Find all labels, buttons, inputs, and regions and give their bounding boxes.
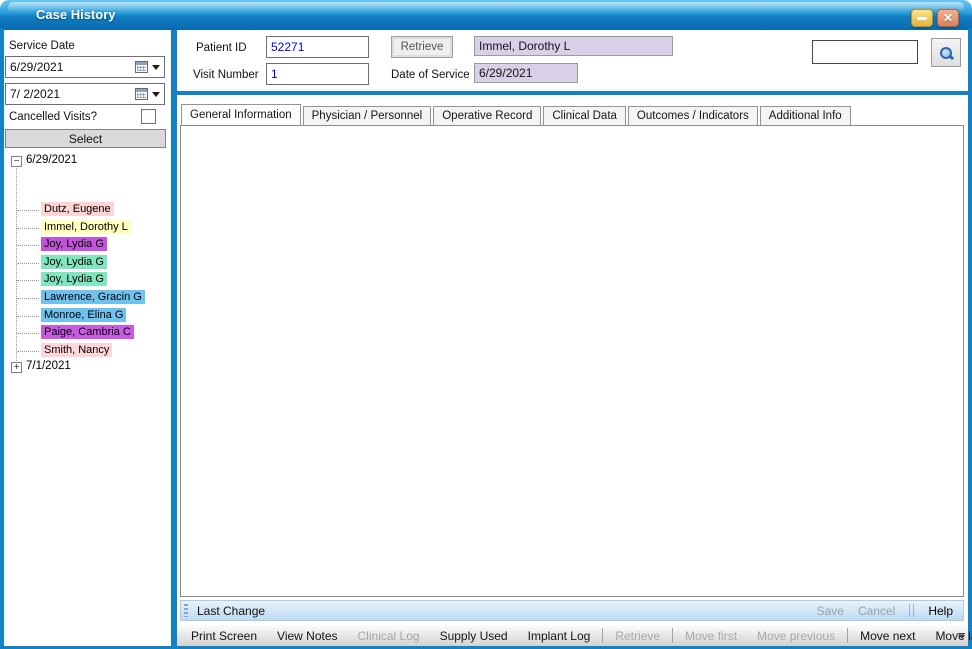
window-border-right [968,28,972,646]
drag-grip-icon[interactable] [184,604,188,617]
titlebar: Case History [0,0,972,30]
cancelled-visits-label: Cancelled Visits? [9,111,97,123]
case-history-window: Case History ✕ Service Date 6/29/2021 7/… [0,0,972,649]
tab-outcomes-indicators[interactable]: Outcomes / Indicators [628,106,758,125]
tab-physician-personnel[interactable]: Physician / Personnel [303,106,432,125]
tree-patient-item[interactable]: Lawrence, Gracin G [41,290,145,304]
toolbar-move-previous: Move previous [747,629,845,643]
tab-strip: General InformationPhysician / Personnel… [181,104,851,125]
save-button[interactable]: Save [817,604,844,618]
help-button-top[interactable]: Help [928,604,953,618]
toolbar-supply-used[interactable]: Supply Used [430,629,518,643]
patient-id-label: Patient ID [196,42,247,54]
tree-patient-item[interactable]: Smith, Nancy [41,343,112,357]
toolbar-print-screen[interactable]: Print Screen [181,629,267,643]
cancelled-visits-checkbox[interactable] [141,109,156,124]
tree-connector [17,351,39,352]
last-change-label: Last Change [197,604,265,618]
tree-patient-item[interactable]: Joy, Lydia G [41,237,107,251]
toolbar-retrieve: Retrieve [605,629,670,643]
toolbar-separator [847,628,848,643]
tree-expander-expand[interactable]: + [11,362,22,373]
separator [909,604,910,617]
tree-date-node-closed[interactable]: 7/1/2021 [26,360,71,372]
search-input[interactable] [812,40,918,64]
calendar-icon [135,61,148,73]
tree-connector [17,263,39,264]
patient-id-input[interactable] [266,36,369,58]
service-date-label: Service Date [9,40,75,52]
tree-patient-item[interactable]: Immel, Dorothy L [41,220,131,234]
service-date-from-value: 6/29/2021 [10,60,135,74]
toolbar-move-next[interactable]: Move next [850,629,925,643]
toolbar-overflow-icon[interactable] [956,628,967,644]
separator [913,604,914,617]
cancel-button[interactable]: Cancel [858,604,895,618]
tree-expander-collapse[interactable]: − [11,156,22,167]
dropdown-arrow-icon[interactable] [152,92,160,97]
tree-connector [17,228,39,229]
last-change-bar: Last Change Save Cancel Help [180,600,964,621]
toolbar-clinical-log: Clinical Log [348,629,430,643]
tree-connector [17,245,39,246]
sidebar: Service Date 6/29/2021 7/ 2/2021 Cancell… [4,30,171,646]
date-of-service-label: Date of Service [391,69,470,81]
service-date-to-value: 7/ 2/2021 [10,87,135,101]
tree-patient-item[interactable]: Joy, Lydia G [41,272,107,286]
tree-patient-item[interactable]: Joy, Lydia G [41,255,107,269]
date-of-service-field: 6/29/2021 [474,63,578,83]
tab-operative-record[interactable]: Operative Record [433,106,541,125]
patient-tree: − 6/29/2021 Dutz, Eugene Immel, Dorothy L… [4,150,171,530]
close-button[interactable]: ✕ [937,9,959,27]
tree-connector [17,210,39,211]
toolbar-separator [602,628,603,643]
tab-additional-info[interactable]: Additional Info [760,106,851,125]
window-title: Case History [36,0,115,30]
tree-connector [17,316,39,317]
minimize-button[interactable] [911,9,933,27]
tree-connector [17,280,39,281]
tree-connector [17,333,39,334]
visit-number-input[interactable] [266,63,369,85]
service-date-to-picker[interactable]: 7/ 2/2021 [5,83,165,105]
tree-patient-item[interactable]: Monroe, Elina G [41,308,126,322]
header-separator [177,91,968,95]
toolbar-implant-log[interactable]: Implant Log [518,629,601,643]
toolbar-separator [672,628,673,643]
tab-clinical-data[interactable]: Clinical Data [543,106,626,125]
select-button[interactable]: Select [5,129,166,148]
retrieve-button[interactable]: Retrieve [391,36,453,58]
tree-connector [17,298,39,299]
minimize-icon [917,17,927,20]
sidebar-divider [171,30,177,646]
tree-patient-item[interactable]: Dutz, Eugene [41,202,114,216]
dropdown-arrow-icon[interactable] [152,65,160,70]
search-button[interactable] [931,38,961,67]
toolbar-view-notes[interactable]: View Notes [267,629,347,643]
bottom-toolbar: Print ScreenView NotesClinical LogSupply… [177,624,968,646]
patient-name-field: Immel, Dorothy L [474,36,673,56]
tree-date-node-open[interactable]: 6/29/2021 [26,154,77,166]
search-icon [939,46,953,60]
tree-patient-item[interactable]: Paige, Cambria C [41,325,134,339]
tab-page-general-information [180,125,964,597]
close-icon: ✕ [943,12,953,24]
visit-number-label: Visit Number [193,69,259,81]
service-date-from-picker[interactable]: 6/29/2021 [5,56,165,78]
toolbar-move-first: Move first [675,629,747,643]
tab-general-information[interactable]: General Information [181,104,301,125]
calendar-icon [135,88,148,100]
